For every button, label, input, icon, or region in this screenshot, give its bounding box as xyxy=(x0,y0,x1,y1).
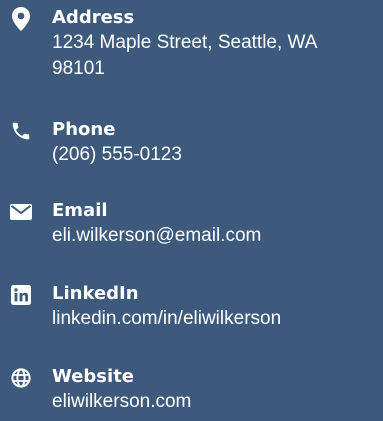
email-value[interactable]: eli.wilkerson@email.com xyxy=(52,223,379,249)
linkedin-value[interactable]: linkedin.com/in/eliwilkerson xyxy=(52,306,379,332)
contact-address-text: Address 1234 Maple Street, Seattle, WA 9… xyxy=(52,7,379,82)
contact-website-text: Website eliwilkerson.com xyxy=(52,366,379,415)
website-value[interactable]: eliwilkerson.com xyxy=(52,389,379,415)
phone-icon xyxy=(8,119,34,143)
contact-linkedin-text: LinkedIn linkedin.com/in/eliwilkerson xyxy=(52,283,379,332)
map-pin-icon xyxy=(8,7,34,31)
contact-list: Address 1234 Maple Street, Seattle, WA 9… xyxy=(0,0,383,421)
phone-value: (206) 555-0123 xyxy=(52,144,182,165)
address-label: Address xyxy=(52,7,135,28)
phone-label: Phone xyxy=(52,119,116,140)
address-value: 1234 Maple Street, Seattle, WA 98101 xyxy=(52,32,317,79)
envelope-icon xyxy=(8,200,34,224)
linkedin-label: LinkedIn xyxy=(52,283,139,304)
contact-email-text: Email eli.wilkerson@email.com xyxy=(52,200,379,249)
email-label: Email xyxy=(52,200,108,221)
contact-phone-text: Phone (206) 555-0123 xyxy=(52,119,379,168)
linkedin-icon xyxy=(8,283,34,307)
globe-icon xyxy=(8,366,34,390)
website-label: Website xyxy=(52,366,135,387)
